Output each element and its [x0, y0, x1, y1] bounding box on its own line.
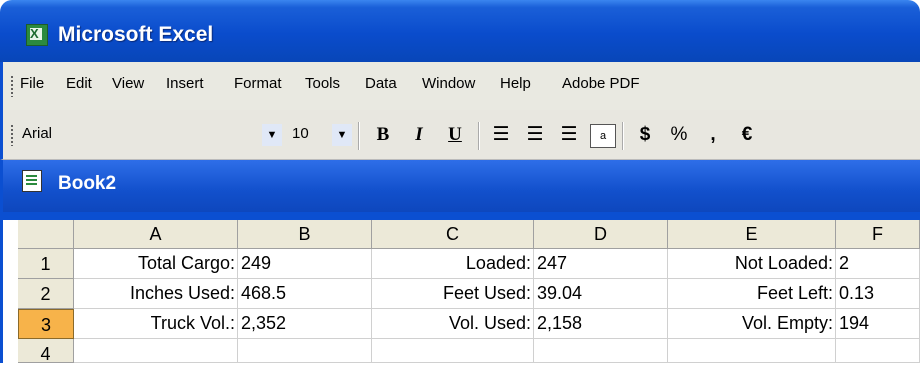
row-header-1[interactable]: 1 — [18, 249, 74, 279]
column-header-d[interactable]: D — [534, 220, 668, 249]
font-name-box[interactable]: Arial — [18, 123, 262, 147]
cell-c1[interactable]: Loaded: — [372, 249, 534, 279]
row-header-2[interactable]: 2 — [18, 279, 74, 309]
menu-format[interactable]: Format — [234, 75, 282, 92]
menu-adobe-pdf[interactable]: Adobe PDF — [562, 75, 640, 92]
font-size-dropdown-icon[interactable]: ▼ — [332, 124, 352, 146]
cell-c3[interactable]: Vol. Used: — [372, 309, 534, 339]
menu-view[interactable]: View — [112, 75, 144, 92]
underline-button[interactable]: U — [442, 122, 468, 148]
column-header-f[interactable]: F — [836, 220, 920, 249]
cell-e2[interactable]: Feet Left: — [668, 279, 836, 309]
menu-help[interactable]: Help — [500, 75, 531, 92]
excel-icon[interactable]: X — [26, 24, 48, 46]
menu-window[interactable]: Window — [422, 75, 475, 92]
cell-a3[interactable]: Truck Vol.: — [74, 309, 238, 339]
toolbar-separator — [622, 122, 624, 150]
cell-e1[interactable]: Not Loaded: — [668, 249, 836, 279]
workbook-title-bar — [0, 160, 920, 212]
cell-a4[interactable] — [74, 339, 238, 363]
row-header-4[interactable]: 4 — [18, 339, 74, 364]
cell-f2[interactable]: 0.13 — [836, 279, 920, 309]
merge-center-icon[interactable]: a — [590, 124, 616, 148]
menu-data[interactable]: Data — [365, 75, 397, 92]
cell-f4[interactable] — [836, 339, 920, 363]
cell-e3[interactable]: Vol. Empty: — [668, 309, 836, 339]
cell-c4[interactable] — [372, 339, 534, 363]
workbook-title: Book2 — [58, 173, 117, 194]
cell-d2[interactable]: 39.04 — [534, 279, 668, 309]
cell-f3[interactable]: 194 — [836, 309, 920, 339]
cell-d1[interactable]: 247 — [534, 249, 668, 279]
menu-file[interactable]: File — [20, 75, 44, 92]
cell-f1[interactable]: 2 — [836, 249, 920, 279]
percent-button[interactable]: % — [666, 122, 692, 148]
font-name-dropdown-icon[interactable]: ▼ — [262, 124, 282, 146]
bold-button[interactable]: B — [370, 122, 396, 148]
menu-tools[interactable]: Tools — [305, 75, 340, 92]
font-size-box[interactable]: 10 — [288, 123, 332, 147]
cell-d4[interactable] — [534, 339, 668, 363]
app-title: Microsoft Excel — [58, 23, 214, 46]
cell-c2[interactable]: Feet Used: — [372, 279, 534, 309]
cell-e4[interactable] — [668, 339, 836, 363]
column-header-a[interactable]: A — [74, 220, 238, 249]
cell-b1[interactable]: 249 — [238, 249, 372, 279]
cell-b4[interactable] — [238, 339, 372, 363]
align-left-icon[interactable]: ☰ — [488, 122, 514, 148]
menu-edit[interactable]: Edit — [66, 75, 92, 92]
workbook-icon[interactable] — [22, 170, 42, 192]
column-header-c[interactable]: C — [372, 220, 534, 249]
toolbar-separator — [478, 122, 480, 150]
italic-button[interactable]: I — [406, 122, 432, 148]
cell-a2[interactable]: Inches Used: — [74, 279, 238, 309]
align-center-icon[interactable]: ☰ — [522, 122, 548, 148]
euro-button[interactable]: € — [734, 122, 760, 148]
row-header-3-selected[interactable]: 3 — [18, 309, 74, 339]
cell-d3[interactable]: 2,158 — [534, 309, 668, 339]
column-header-e[interactable]: E — [668, 220, 836, 249]
toolbar-separator — [358, 122, 360, 150]
align-right-icon[interactable]: ☰ — [556, 122, 582, 148]
cell-a1[interactable]: Total Cargo: — [74, 249, 238, 279]
cell-b2[interactable]: 468.5 — [238, 279, 372, 309]
cell-b3[interactable]: 2,352 — [238, 309, 372, 339]
comma-button[interactable]: , — [700, 122, 726, 148]
toolbar-grip-icon[interactable] — [10, 124, 14, 146]
currency-button[interactable]: $ — [632, 122, 658, 148]
grid-top-border — [0, 212, 920, 220]
column-header-b[interactable]: B — [238, 220, 372, 249]
menu-grip-icon[interactable] — [10, 75, 14, 97]
select-all-corner[interactable] — [18, 220, 74, 249]
menu-insert[interactable]: Insert — [166, 75, 204, 92]
